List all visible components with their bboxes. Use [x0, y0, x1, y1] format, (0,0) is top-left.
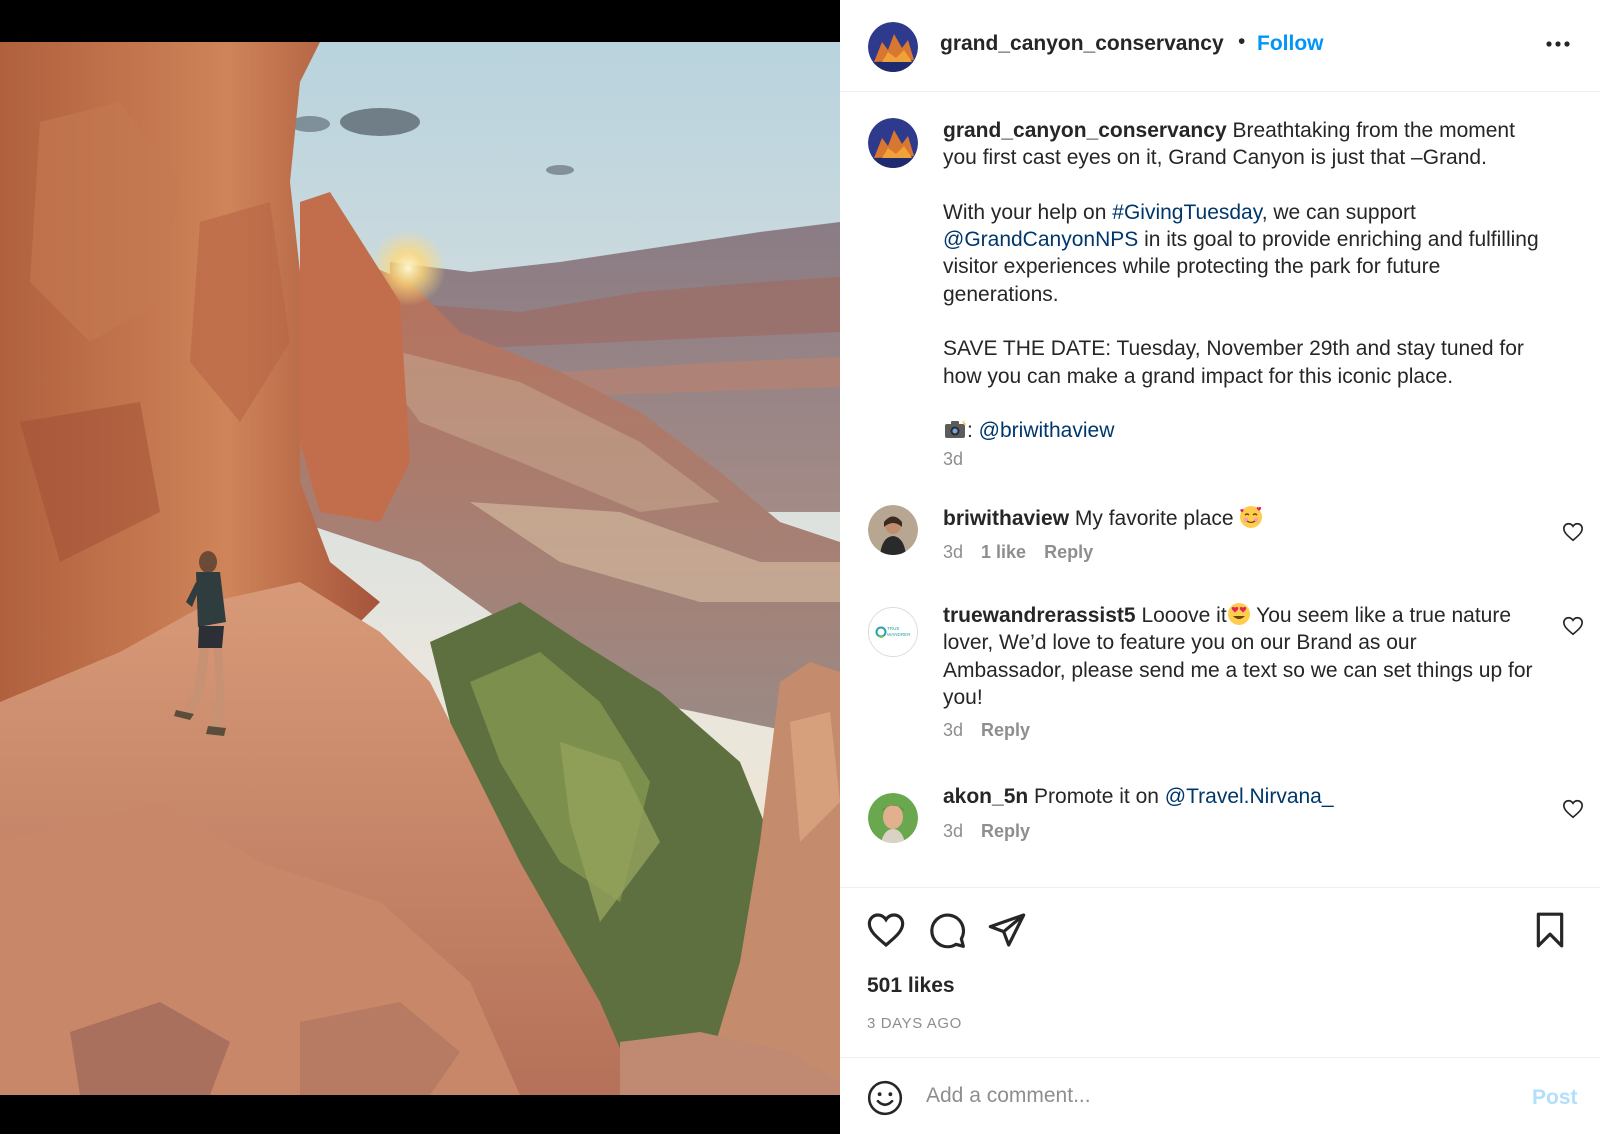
- comment-text: briwithaview My favorite place: [943, 505, 1543, 532]
- post-panel: grand_canyon_conservancy • Follow grand_…: [840, 0, 1600, 1134]
- comment-username[interactable]: akon_5n: [943, 785, 1028, 808]
- post-media: [0, 0, 840, 1134]
- caption-timestamp: 3d: [943, 449, 964, 469]
- comment-body: Looove it: [1141, 604, 1227, 627]
- caption-avatar[interactable]: [868, 118, 918, 168]
- comment-body: My favorite place: [1074, 507, 1240, 530]
- reply-button[interactable]: Reply: [1044, 542, 1093, 562]
- heart-eyes-icon: [1227, 602, 1251, 626]
- emoji-smile-icon[interactable]: [866, 1079, 904, 1117]
- user-photo-icon: [868, 793, 918, 843]
- caption-text: :: [967, 419, 979, 443]
- comment-text: akon_5n Promote it on @Travel.Nirvana_: [943, 783, 1543, 810]
- canyon-logo-icon: [868, 22, 918, 72]
- reply-button[interactable]: Reply: [981, 720, 1030, 740]
- comments-list[interactable]: grand_canyon_conservancy Breathtaking fr…: [840, 93, 1600, 887]
- comment-body: Promote it on: [1034, 785, 1165, 808]
- canyon-logo-icon: [868, 118, 918, 168]
- follow-button[interactable]: Follow: [1257, 32, 1324, 56]
- avatar-logo-text: WANDRER: [887, 632, 911, 637]
- reply-button[interactable]: Reply: [981, 821, 1030, 841]
- like-heart-icon[interactable]: [866, 910, 906, 950]
- smiling-face-with-hearts-icon: [1239, 505, 1263, 529]
- share-send-icon[interactable]: [987, 910, 1027, 950]
- bookmark-icon[interactable]: [1530, 910, 1570, 950]
- comment-username[interactable]: truewandrerassist5: [943, 604, 1136, 627]
- avatar[interactable]: [868, 505, 918, 555]
- comment-meta: 3d Reply: [943, 720, 1048, 741]
- comment-meta: 3d 1 like Reply: [943, 542, 1111, 563]
- caption-text: SAVE THE DATE: Tuesday, November 29th an…: [943, 337, 1524, 388]
- hashtag-link[interactable]: #GivingTuesday: [1112, 201, 1261, 224]
- post-date: 3 DAYS AGO: [867, 1015, 962, 1032]
- canyon-photo: [0, 42, 840, 1095]
- avatar[interactable]: TRUE WANDRER: [868, 607, 918, 657]
- post-caption: grand_canyon_conservancy Breathtaking fr…: [943, 117, 1553, 445]
- heart-icon[interactable]: [1562, 615, 1584, 637]
- avatar[interactable]: [868, 793, 918, 843]
- comment-timestamp: 3d: [943, 542, 964, 562]
- post-photo[interactable]: [0, 42, 840, 1095]
- post-header: grand_canyon_conservancy • Follow: [840, 0, 1600, 92]
- avatar[interactable]: [868, 22, 918, 72]
- camera-flash-icon: [943, 417, 967, 441]
- comment-text: truewandrerassist5 Looove it You seem li…: [943, 602, 1543, 711]
- heart-icon[interactable]: [1562, 521, 1584, 543]
- comment-likes[interactable]: 1 like: [981, 542, 1026, 562]
- heart-icon[interactable]: [1562, 798, 1584, 820]
- avatar-logo-text: TRUE: [887, 626, 900, 631]
- more-horizontal-icon[interactable]: [1542, 28, 1574, 60]
- comment-username[interactable]: briwithaview: [943, 507, 1069, 530]
- post-actions: 501 likes 3 DAYS AGO: [840, 887, 1600, 1057]
- mention-link[interactable]: @briwithaview: [979, 419, 1115, 442]
- mention-link[interactable]: @Travel.Nirvana_: [1165, 785, 1334, 808]
- mention-link[interactable]: @GrandCanyonNPS: [943, 228, 1138, 251]
- header-separator: •: [1238, 30, 1246, 53]
- caption-text: With your help on: [943, 200, 1113, 224]
- user-photo-icon: [868, 505, 918, 555]
- comment-input[interactable]: [926, 1076, 1486, 1116]
- likes-count[interactable]: 501 likes: [867, 974, 955, 998]
- true-wandrer-logo-icon: TRUE WANDRER: [869, 608, 917, 656]
- comment-bubble-icon[interactable]: [927, 910, 967, 950]
- add-comment-bar: Post: [840, 1057, 1600, 1134]
- comment-timestamp: 3d: [943, 720, 964, 740]
- caption-username[interactable]: grand_canyon_conservancy: [943, 119, 1227, 142]
- comment-timestamp: 3d: [943, 821, 964, 841]
- post-button[interactable]: Post: [1532, 1086, 1578, 1110]
- caption-text: , we can support: [1261, 200, 1416, 224]
- comment-meta: 3d Reply: [943, 821, 1048, 842]
- header-username[interactable]: grand_canyon_conservancy: [940, 32, 1224, 56]
